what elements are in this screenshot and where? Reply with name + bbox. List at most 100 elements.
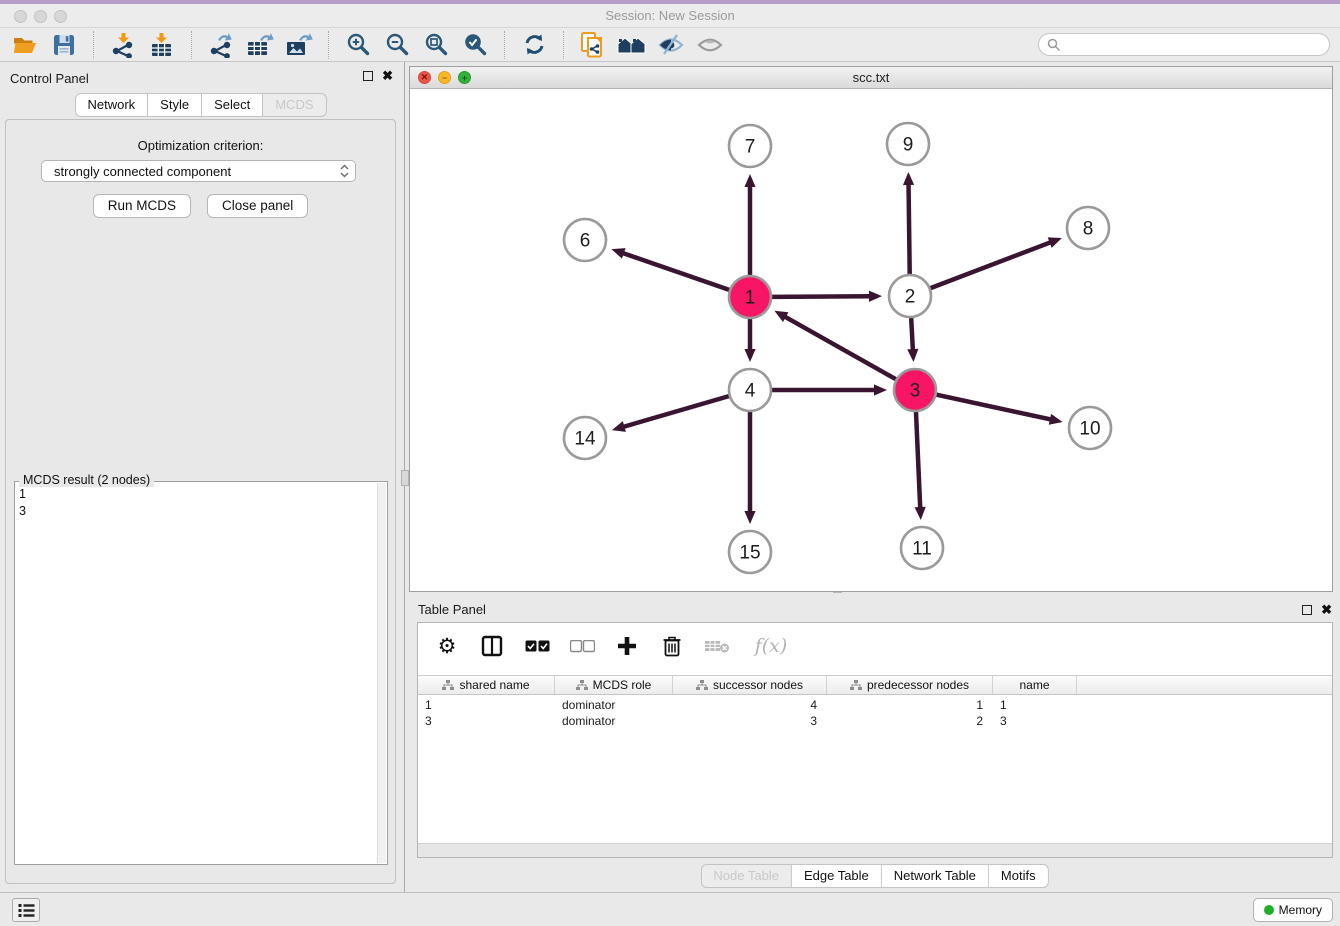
session-title: Session: New Session (0, 8, 1340, 23)
tab-edge-table[interactable]: Edge Table (792, 864, 882, 888)
table-row[interactable]: 1dominator411 (418, 697, 1332, 713)
tab-motifs[interactable]: Motifs (989, 864, 1049, 888)
table-panel-tabs: Node TableEdge TableNetwork TableMotifs (700, 864, 1048, 888)
import-table-button[interactable] (147, 31, 177, 59)
apply-layout-button[interactable] (519, 31, 549, 59)
delete-table-button[interactable] (704, 633, 730, 659)
node-label: 15 (739, 543, 760, 564)
graph-edge-3-1[interactable] (784, 316, 896, 379)
zoom-in-button[interactable] (343, 31, 373, 59)
toolbar-separator (504, 31, 505, 59)
close-panel-icon[interactable]: ✖ (1321, 605, 1332, 615)
run-mcds-button[interactable]: Run MCDS (93, 194, 191, 218)
deselect-all-button[interactable] (569, 633, 595, 659)
fx-icon: f(x) (755, 635, 788, 657)
cell[interactable]: 1 (418, 697, 555, 713)
hide-selected-button[interactable] (656, 31, 686, 59)
table-horizontal-scrollbar[interactable] (418, 843, 1332, 857)
zoom-out-button[interactable] (382, 31, 412, 59)
optimization-criterion-label: Optimization criterion: (6, 138, 395, 153)
close-panel-button[interactable]: Close panel (207, 194, 308, 218)
mcds-result-group: MCDS result (2 nodes) 1 3 (14, 481, 388, 865)
network-window-titlebar[interactable]: ✕ − + scc.txt (410, 67, 1332, 89)
column-header-successor-nodes[interactable]: successor nodes (673, 676, 827, 694)
unchecked-boxes-icon (570, 640, 595, 653)
cell[interactable]: 4 (673, 697, 827, 713)
import-network-button[interactable] (108, 31, 138, 59)
cell[interactable]: 3 (418, 713, 555, 729)
graph-edge-4-14[interactable] (622, 396, 728, 427)
add-column-button[interactable] (614, 633, 640, 659)
search-input[interactable] (1065, 38, 1321, 52)
cell[interactable]: 1 (993, 697, 1077, 713)
open-session-button[interactable] (10, 31, 40, 59)
tab-mcds[interactable]: MCDS (263, 93, 326, 117)
memory-button[interactable]: Memory (1253, 898, 1333, 922)
node-label: 9 (903, 135, 914, 156)
toolbar-separator (93, 31, 94, 59)
graph-edge-2-3[interactable] (911, 318, 913, 351)
status-bar: Memory (0, 892, 1340, 926)
toolbar-separator (191, 31, 192, 59)
network-window-title: scc.txt (410, 70, 1332, 85)
delete-column-button[interactable] (659, 633, 685, 659)
cell[interactable]: 3 (993, 713, 1077, 729)
export-network-button[interactable] (206, 31, 236, 59)
graph-edge-3-11[interactable] (916, 412, 920, 509)
graph-edge-1-6[interactable] (622, 253, 729, 290)
import-table-icon (149, 32, 175, 58)
first-neighbors-button[interactable] (617, 31, 647, 59)
cell[interactable]: 2 (827, 713, 993, 729)
column-header-name[interactable]: name (993, 676, 1077, 694)
column-settings-button[interactable]: ⚙ (434, 633, 460, 659)
tab-network-table[interactable]: Network Table (882, 864, 989, 888)
graph-edge-2-8[interactable] (931, 242, 1052, 288)
search-field[interactable] (1038, 33, 1330, 56)
toolbar-separator (328, 31, 329, 59)
vertical-split-divider[interactable] (401, 62, 409, 892)
float-panel-icon[interactable] (1302, 605, 1312, 615)
tab-node-table[interactable]: Node Table (700, 864, 792, 888)
close-panel-icon[interactable]: ✖ (382, 71, 393, 81)
result-scrollbar[interactable] (377, 483, 386, 863)
criterion-dropdown[interactable]: strongly connected component (41, 160, 356, 182)
node-label: 11 (912, 539, 932, 560)
tab-select[interactable]: Select (202, 93, 263, 117)
tab-network[interactable]: Network (74, 93, 148, 117)
table-header-row[interactable]: shared nameMCDS rolesuccessor nodesprede… (418, 675, 1332, 695)
column-header-predecessor-nodes[interactable]: predecessor nodes (827, 676, 993, 694)
table-row[interactable]: 3dominator323 (418, 713, 1332, 729)
show-all-button[interactable] (695, 31, 725, 59)
cell[interactable]: 1 (827, 697, 993, 713)
memory-label: Memory (1279, 903, 1322, 917)
split-grip[interactable] (401, 470, 409, 486)
column-header-shared-name[interactable]: shared name (418, 676, 555, 694)
graph-edge-3-10[interactable] (936, 395, 1051, 420)
new-network-from-selection-button[interactable] (578, 31, 608, 59)
graph-edge-2-9[interactable] (909, 183, 910, 274)
plus-icon (617, 636, 637, 656)
trash-icon (662, 635, 682, 657)
cell[interactable]: dominator (555, 697, 673, 713)
select-all-button[interactable] (524, 633, 550, 659)
float-panel-icon[interactable] (363, 71, 373, 81)
export-table-button[interactable] (245, 31, 275, 59)
application-window: Session: New Session (0, 0, 1340, 926)
toolbar-separator (563, 31, 564, 59)
delete-table-icon (704, 638, 730, 654)
network-canvas[interactable]: 7968124314101511 (410, 89, 1332, 591)
node-label: 14 (574, 429, 596, 450)
zoom-fit-button[interactable] (421, 31, 451, 59)
titlebar[interactable]: Session: New Session (0, 4, 1340, 28)
cell[interactable]: dominator (555, 713, 673, 729)
graph-edge-1-2[interactable] (772, 296, 871, 297)
export-image-button[interactable] (284, 31, 314, 59)
column-header-MCDS-role[interactable]: MCDS role (555, 676, 673, 694)
zoom-selected-button[interactable] (460, 31, 490, 59)
function-builder-button[interactable]: f(x) (749, 633, 793, 659)
tab-style[interactable]: Style (148, 93, 202, 117)
cell[interactable]: 3 (673, 713, 827, 729)
save-session-button[interactable] (49, 31, 79, 59)
automation-panel-button[interactable] (12, 898, 40, 922)
show-column-panel-button[interactable] (479, 633, 505, 659)
